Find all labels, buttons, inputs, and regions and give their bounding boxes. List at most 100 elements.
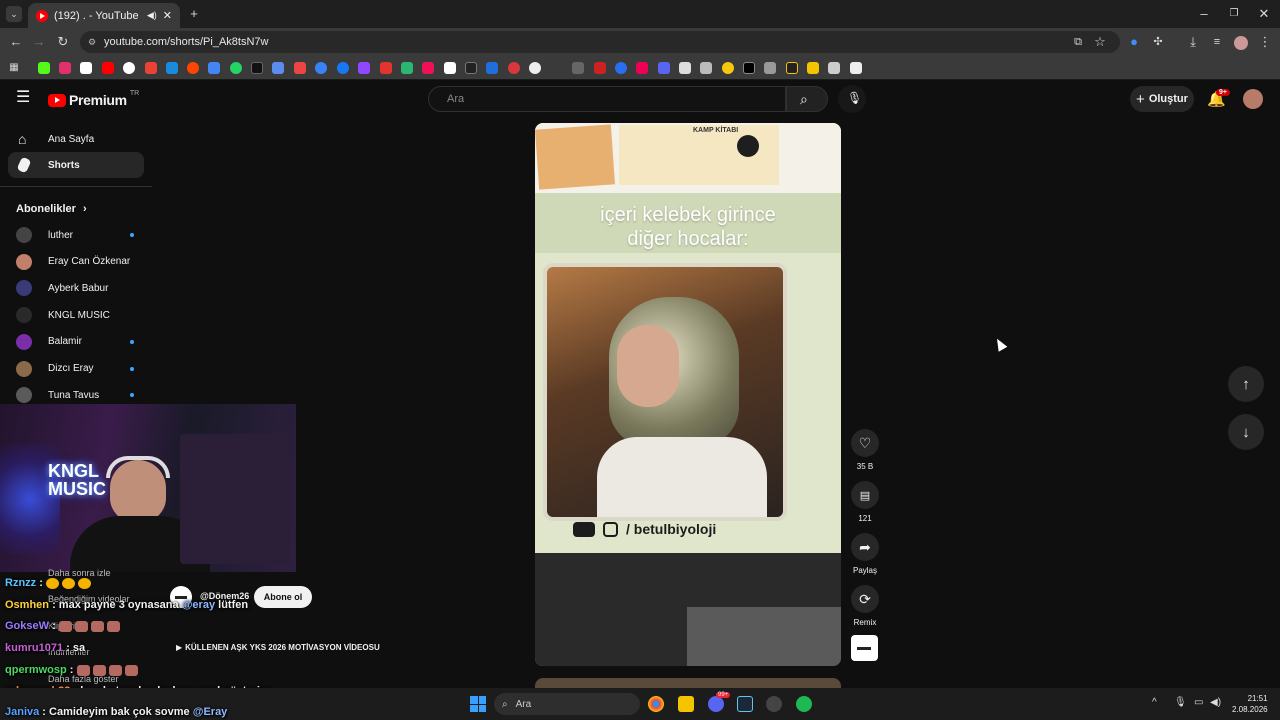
taskbar-search[interactable]: ⌕ Ara xyxy=(494,693,640,715)
volume-tray-icon[interactable]: ◀) xyxy=(1210,697,1221,708)
voice-search-button[interactable]: 🎙 xyxy=(838,85,866,113)
bookmark-steam-icon[interactable] xyxy=(251,62,263,74)
sidebar-item-home[interactable]: ⌂ Ana Sayfa xyxy=(8,126,144,152)
bookmark-facebook-icon[interactable] xyxy=(337,62,349,74)
bookmark-site22-icon[interactable] xyxy=(786,62,798,74)
bookmark-kick-icon[interactable] xyxy=(38,62,50,74)
sidebar-item-shorts[interactable]: Shorts xyxy=(8,152,144,178)
tab-close-icon[interactable]: ✕ xyxy=(163,9,172,22)
window-close-icon[interactable]: ✕ xyxy=(1256,6,1272,22)
subscribe-button[interactable]: Abone ol xyxy=(254,586,312,608)
sidebar-subscription-item[interactable]: luther xyxy=(16,224,134,246)
bookmark-site-icon[interactable] xyxy=(272,62,284,74)
next-short-button[interactable]: ↓ xyxy=(1228,414,1264,450)
site-info-icon[interactable]: ⚙ xyxy=(88,37,96,48)
obs-icon[interactable] xyxy=(766,696,782,712)
bookmark-site16-icon[interactable] xyxy=(658,62,670,74)
file-explorer-icon[interactable] xyxy=(678,696,694,712)
bookmark-x-icon[interactable] xyxy=(80,62,92,74)
bookmark-site17-icon[interactable] xyxy=(679,62,691,74)
create-button[interactable]: + Oluştur xyxy=(1130,86,1194,112)
bookmark-instagram-icon[interactable] xyxy=(59,62,71,74)
short-title[interactable]: ▶ KÜLLENEN AŞK YKS 2026 MOTİVASYON VİDEOS… xyxy=(176,643,380,652)
bookmark-folder-icon[interactable] xyxy=(807,62,819,74)
bookmark-site24-icon[interactable] xyxy=(850,62,862,74)
bookmark-site13-icon[interactable] xyxy=(594,62,606,74)
microphone-tray-icon[interactable]: 🎙 xyxy=(1174,697,1187,708)
shorts-video-player[interactable]: KAMP KİTABI içeri kelebek girince diğer … xyxy=(535,123,841,666)
like-button[interactable]: ♡ xyxy=(851,429,879,457)
extension-shield-icon[interactable]: ● xyxy=(1126,34,1142,50)
sidebar-subscription-item[interactable]: Balamir xyxy=(16,331,134,353)
sidebar-subscription-item[interactable]: KNGL MUSIC xyxy=(16,304,134,326)
clock[interactable]: 21:51 2.08.2026 xyxy=(1232,693,1268,715)
tray-chevron-icon[interactable]: ^ xyxy=(1152,697,1157,708)
bookmark-reddit-icon[interactable] xyxy=(187,62,199,74)
neon-line-2: MUSIC xyxy=(48,479,106,499)
hamburger-menu-icon[interactable]: ☰ xyxy=(16,90,32,106)
back-icon[interactable]: ← xyxy=(8,34,24,50)
subscriptions-heading[interactable]: Abonelikler › xyxy=(16,203,87,215)
display-tray-icon[interactable]: ▭ xyxy=(1194,697,1203,708)
bookmark-gmail-icon[interactable] xyxy=(145,62,157,74)
bookmark-youtube-icon[interactable] xyxy=(102,62,114,74)
bookmark-site19-icon[interactable] xyxy=(722,62,734,74)
bookmark-site21-icon[interactable] xyxy=(764,62,776,74)
bookmark-site8-icon[interactable] xyxy=(465,62,477,74)
account-avatar[interactable] xyxy=(1243,89,1263,109)
sidebar-subscription-item[interactable]: Dizcı Eray xyxy=(16,358,134,380)
bookmark-site2-icon[interactable] xyxy=(294,62,306,74)
extensions-puzzle-icon[interactable]: ✣ xyxy=(1150,34,1166,50)
tab-search-icon[interactable]: ⌄ xyxy=(6,6,22,22)
bookmark-site10-icon[interactable] xyxy=(508,62,520,74)
sound-thumbnail[interactable] xyxy=(851,635,878,661)
windows-start-icon[interactable] xyxy=(470,696,486,712)
bookmark-star-icon[interactable]: ☆ xyxy=(1092,34,1108,50)
search-input[interactable]: Ara xyxy=(428,86,786,112)
bookmark-site4-icon[interactable] xyxy=(380,62,392,74)
bookmark-site3-icon[interactable] xyxy=(315,62,327,74)
remix-button[interactable]: ⟳ xyxy=(851,585,879,613)
bookmark-site7-icon[interactable] xyxy=(444,62,456,74)
bookmark-site20-icon[interactable] xyxy=(743,62,755,74)
bookmark-site14-icon[interactable] xyxy=(615,62,627,74)
bookmark-site5-icon[interactable] xyxy=(401,62,413,74)
spotify-icon[interactable] xyxy=(796,696,812,712)
browser-menu-icon[interactable]: ⋮ xyxy=(1257,34,1273,50)
sidebar-subscription-item[interactable]: Tuna Tavus xyxy=(16,384,134,406)
bookmark-translate-icon[interactable] xyxy=(208,62,220,74)
forward-icon[interactable]: → xyxy=(31,34,47,50)
bookmark-site15-icon[interactable] xyxy=(636,62,648,74)
search-button[interactable]: ⌕ xyxy=(786,86,828,112)
bookmark-site9-icon[interactable] xyxy=(486,62,498,74)
speaker-icon[interactable]: ◀) xyxy=(147,10,157,21)
minimize-icon[interactable]: – xyxy=(1196,6,1212,22)
bookmark-site18-icon[interactable] xyxy=(700,62,712,74)
bookmark-drive-icon[interactable] xyxy=(166,62,178,74)
comments-button[interactable]: ▤ xyxy=(851,481,879,509)
bookmark-site12-icon[interactable] xyxy=(572,62,584,74)
reload-icon[interactable]: ↻ xyxy=(55,34,71,50)
sidebar-subscription-item[interactable]: Ayberk Babur xyxy=(16,277,134,299)
bookmark-site11-icon[interactable] xyxy=(529,62,541,74)
browser-tab-youtube[interactable]: (192) . - YouTube ◀) ✕ xyxy=(28,3,180,28)
discord-icon[interactable] xyxy=(708,696,724,712)
new-tab-button[interactable]: + xyxy=(186,6,202,22)
apps-grid-icon[interactable]: ▦ xyxy=(6,60,22,76)
download-icon[interactable]: ⤓ xyxy=(1185,34,1201,50)
bookmark-twitch-icon[interactable] xyxy=(358,62,370,74)
media-queue-icon[interactable]: ≡ xyxy=(1209,34,1225,50)
bookmark-site6-icon[interactable] xyxy=(422,62,434,74)
bookmark-google-icon[interactable] xyxy=(123,62,135,74)
steam-icon[interactable] xyxy=(737,696,753,712)
bookmark-site23-icon[interactable] xyxy=(828,62,840,74)
sidebar-subscription-item[interactable]: Eray Can Özkenar xyxy=(16,251,134,273)
url-field[interactable]: ⚙ youtube.com/shorts/Pi_Ak8tsN7w xyxy=(80,31,1120,53)
chrome-icon[interactable] xyxy=(648,696,664,712)
bookmark-whatsapp-icon[interactable] xyxy=(230,62,242,74)
maximize-icon[interactable]: ❐ xyxy=(1226,6,1242,22)
youtube-logo[interactable]: Premium TR xyxy=(48,90,139,108)
previous-short-button[interactable]: ↑ xyxy=(1228,366,1264,402)
share-button[interactable]: ➦ xyxy=(851,533,879,561)
install-app-icon[interactable]: ⧉ xyxy=(1070,34,1086,50)
